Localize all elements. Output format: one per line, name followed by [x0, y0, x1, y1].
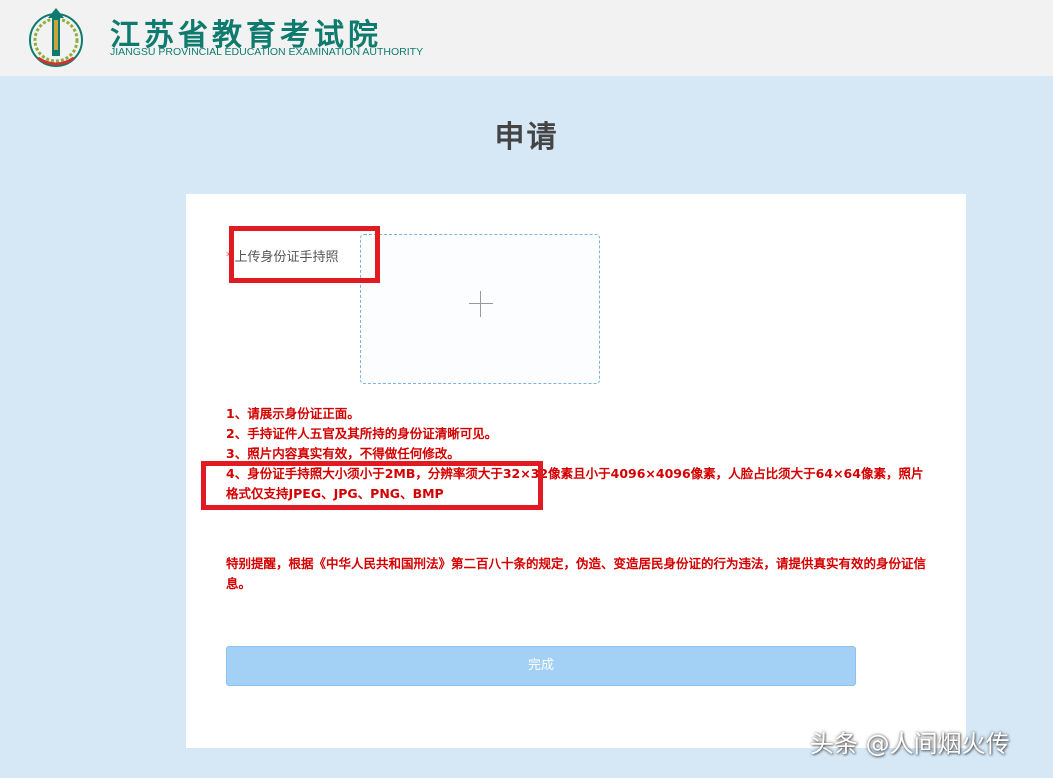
- instruction-item: 1、请展示身份证正面。: [226, 406, 360, 421]
- complete-button[interactable]: 完成: [226, 646, 856, 686]
- page-title: 申请: [494, 120, 559, 155]
- annotation-highlight-size-requirements: [201, 461, 543, 510]
- logo-emblem-icon: [29, 8, 83, 67]
- site-header: 江苏省教育考试院 JIANGSU PROVINCIAL EDUCATION EX…: [0, 0, 1053, 76]
- photo-upload-box[interactable]: [360, 234, 600, 384]
- logo-name-en: JIANGSU PROVINCIAL EDUCATION EXAMINATION…: [110, 46, 424, 58]
- watermark-text: 头条 @人间烟火传: [810, 730, 1010, 758]
- instruction-item: 2、手持证件人五官及其所持的身份证清晰可见。: [226, 426, 498, 441]
- legal-warning: 特别提醒，根据《中华人民共和国刑法》第二百八十条的规定，伪造、变造居民身份证的行…: [226, 556, 927, 591]
- annotation-highlight-upload-label: [229, 226, 380, 283]
